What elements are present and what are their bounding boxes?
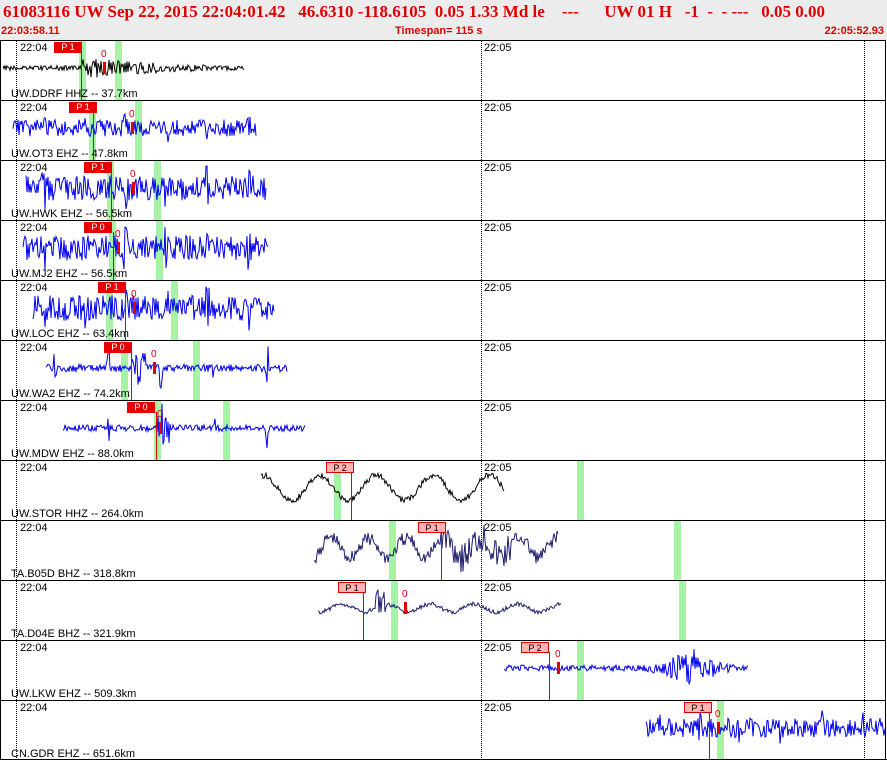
waveform-trace (22, 226, 269, 270)
seismogram-panel[interactable]: 22:04 22:05 P 2 UW.STOR HHZ -- 264.0km (0, 460, 886, 520)
seismogram-panel[interactable]: 22:04 22:05 P 1 0 CN.GDR EHZ -- 651.6km (0, 700, 886, 760)
pick-line (351, 472, 352, 520)
origin-marker-label: 0 (555, 649, 561, 660)
phase-pick-flag[interactable]: P 2 (326, 462, 354, 473)
phase-pick-flag[interactable]: P 1 (84, 162, 112, 173)
origin-marker (103, 62, 106, 74)
event-header: 61083116 UW Sep 22, 2015 22:04:01.42 46.… (0, 0, 887, 40)
waveform-path (2, 59, 245, 78)
origin-marker-label: 0 (151, 349, 157, 360)
waveform-path (25, 165, 267, 210)
channel-label: UW.OT3 EHZ -- 47.8km (11, 148, 128, 160)
phase-pick-flag[interactable]: P 1 (338, 582, 366, 593)
timespan-label: Timespan= 115 s (395, 25, 483, 37)
phase-pick-flag[interactable]: P 1 (54, 42, 82, 53)
seismogram-panel[interactable]: 22:04 22:05 P 1 0 UW.OT3 EHZ -- 47.8km (0, 100, 886, 160)
seismogram-panel[interactable]: 22:04 22:05 P 1 0 UW.DDRF HHZ -- 37.7km (0, 40, 886, 100)
channel-label: UW.LOC EHZ -- 63.4km (11, 328, 129, 340)
origin-marker (404, 602, 407, 614)
origin-marker (159, 422, 162, 434)
origin-marker-label: 0 (157, 409, 163, 420)
channel-label: UW.MDW EHZ -- 88.0km (11, 448, 134, 460)
waveform-path (260, 471, 505, 504)
seismogram-panel[interactable]: 22:04 22:05 P 1 0 UW.LOC EHZ -- 63.4km (0, 280, 886, 340)
seismogram-panel[interactable]: 22:04 22:05 P 0 0 UW.MJ2 EHZ -- 56.5km (0, 220, 886, 280)
pick-line (363, 592, 364, 640)
channel-label: TA.D04E BHZ -- 321.9km (11, 628, 136, 640)
event-summary-title: 61083116 UW Sep 22, 2015 22:04:01.42 46.… (3, 2, 825, 21)
waveform-path (62, 403, 306, 449)
channel-label: UW.LKW EHZ -- 509.3km (11, 688, 137, 700)
origin-marker-label: 0 (131, 289, 137, 300)
pick-line (441, 532, 442, 580)
seismogram-panel[interactable]: 22:04 22:05 P 2 0 UW.LKW EHZ -- 509.3km (0, 640, 886, 700)
origin-marker-label: 0 (115, 229, 121, 240)
phase-pick-flag[interactable]: P 0 (104, 342, 132, 353)
pick-line (131, 352, 132, 400)
channel-label: UW.HWK EHZ -- 56.5km (11, 208, 133, 220)
start-time-label: 22:03:58.11 (1, 25, 60, 37)
origin-marker (132, 182, 135, 194)
origin-marker-label: 0 (130, 169, 136, 180)
phase-pick-flag[interactable]: P 1 (418, 522, 446, 533)
origin-marker-label: 0 (402, 589, 408, 600)
phase-pick-flag[interactable]: P 1 (684, 702, 712, 713)
channel-label: UW.STOR HHZ -- 264.0km (11, 508, 144, 520)
origin-marker (557, 662, 560, 674)
seismogram-panel[interactable]: 22:04 22:05 P 1 0 UW.HWK EHZ -- 56.5km (0, 160, 886, 220)
origin-marker-label: 0 (129, 109, 135, 120)
origin-marker (717, 722, 720, 734)
waveform-trace (45, 346, 288, 390)
waveform-path (32, 286, 275, 331)
origin-marker (133, 302, 136, 314)
phase-pick-flag[interactable]: P 0 (127, 402, 155, 413)
waveform-path (503, 649, 749, 685)
phase-pick-flag[interactable]: P 1 (69, 102, 97, 113)
origin-marker (117, 242, 120, 254)
channel-label: UW.WA2 EHZ -- 74.2km (11, 388, 130, 400)
end-time-label: 22:05:52.93 (824, 25, 884, 37)
phase-pick-flag[interactable]: P 1 (98, 282, 126, 293)
phase-pick-flag[interactable]: P 2 (521, 642, 549, 653)
seismogram-panel[interactable]: 22:04 22:05 P 1 TA.B05D BHZ -- 318.8km (0, 520, 886, 580)
seismogram-panel[interactable]: 22:04 22:05 P 0 0 UW.WA2 EHZ -- 74.2km (0, 340, 886, 400)
channel-label: UW.MJ2 EHZ -- 56.5km (11, 268, 128, 280)
origin-marker (131, 122, 134, 134)
origin-marker-label: 0 (715, 709, 721, 720)
channel-label: TA.B05D BHZ -- 318.8km (11, 568, 136, 580)
seismogram-panel[interactable]: 22:04 22:05 P 1 0 TA.D04E BHZ -- 321.9km (0, 580, 886, 640)
origin-marker (153, 362, 156, 374)
phase-pick-flag[interactable]: P 0 (84, 222, 112, 233)
pick-line (709, 712, 710, 760)
seismogram-panels[interactable]: 22:04 22:05 P 1 0 UW.DDRF HHZ -- 37.7km 22:04… (0, 40, 887, 760)
waveform-path (45, 346, 288, 390)
pick-line (549, 652, 550, 700)
channel-label: UW.DDRF HHZ -- 37.7km (11, 88, 138, 100)
seismogram-panel[interactable]: 22:04 22:05 P 0 0 UW.MDW EHZ -- 88.0km (0, 400, 886, 460)
waveform-path (22, 226, 269, 270)
origin-marker-label: 0 (101, 49, 107, 60)
waveform-path (645, 710, 885, 744)
